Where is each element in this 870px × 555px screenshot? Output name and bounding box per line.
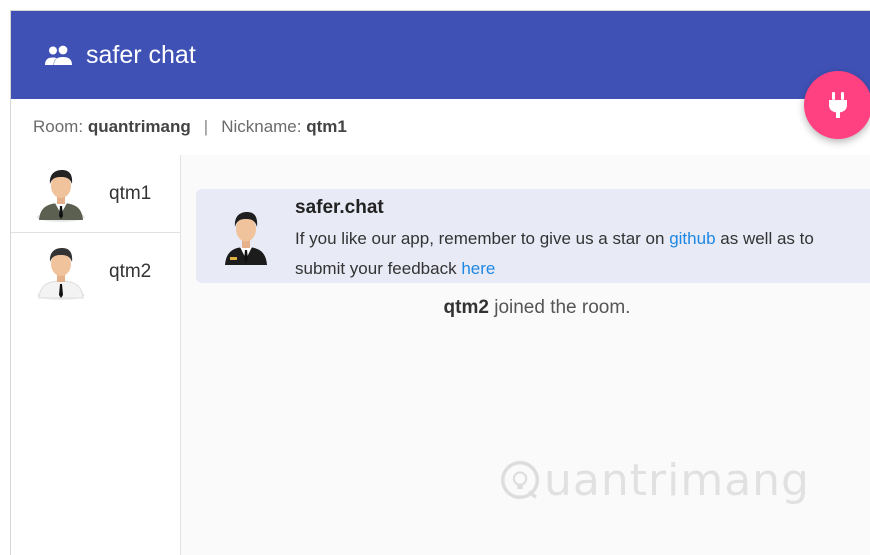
chat-message: safer.chat If you like our app, remember… xyxy=(196,189,870,283)
nickname-value: qtm1 xyxy=(306,117,347,136)
event-text: joined the room. xyxy=(494,297,631,318)
user-list-item-qtm1[interactable]: qtm1 xyxy=(11,155,180,233)
disconnect-button[interactable] xyxy=(804,71,870,139)
watermark-text: uantrimang xyxy=(544,454,810,506)
room-label: Room: xyxy=(33,117,84,136)
event-user: qtm2 xyxy=(443,297,489,318)
watermark-logo-icon xyxy=(501,461,540,499)
github-link[interactable]: github xyxy=(669,229,715,248)
feedback-link[interactable]: here xyxy=(461,259,495,278)
bot-avatar-icon xyxy=(225,212,267,265)
plug-icon xyxy=(829,92,847,118)
info-separator: | xyxy=(203,117,209,136)
group-icon xyxy=(45,45,72,65)
nickname-label: Nickname: xyxy=(221,117,302,136)
watermark: uantrimang xyxy=(500,445,810,515)
system-event: qtm2 joined the room. xyxy=(182,297,870,319)
app-title: safer chat xyxy=(86,40,196,69)
message-sender: safer.chat xyxy=(295,197,384,218)
user-list: qtm1 qtm2 xyxy=(11,155,181,555)
message-text: If you like our app, remember to give us… xyxy=(295,224,855,284)
app-frame: safer chat Room: quantrimang | Nickname:… xyxy=(10,10,870,555)
user-name: qtm1 xyxy=(109,182,152,204)
user-list-item-qtm2[interactable]: qtm2 xyxy=(11,233,180,311)
message-text-part: If you like our app, remember to give us… xyxy=(295,229,665,248)
room-info-bar: Room: quantrimang | Nickname: qtm1 xyxy=(11,99,870,155)
user-avatar-icon xyxy=(37,169,85,222)
chat-area: safer.chat If you like our app, remember… xyxy=(182,155,870,555)
top-app-bar: safer chat xyxy=(11,11,870,99)
room-name: quantrimang xyxy=(87,117,191,136)
user-avatar-icon xyxy=(37,248,85,300)
user-name: qtm2 xyxy=(109,261,152,282)
